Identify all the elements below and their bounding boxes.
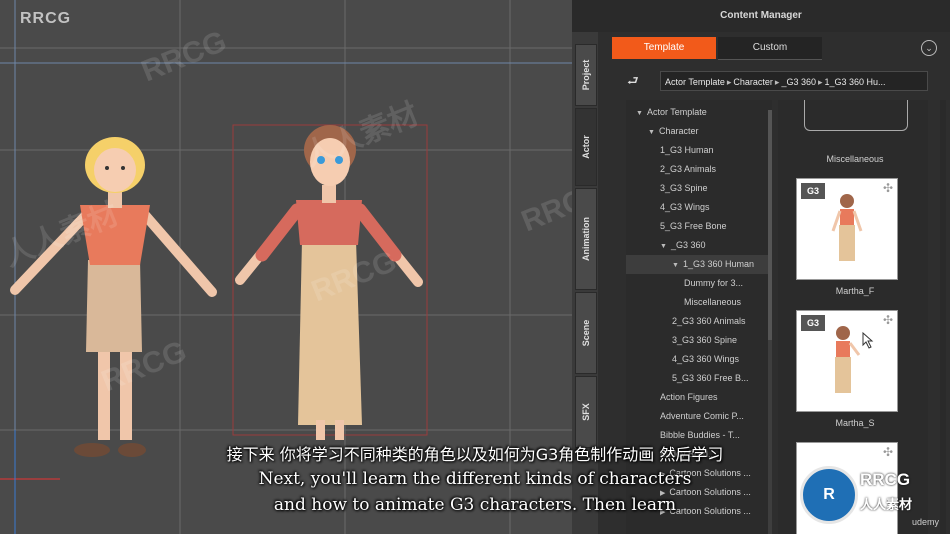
logo-subtext: 人人素材 [860, 497, 913, 512]
tree-item-label: 3_G3 360 Spine [672, 335, 738, 345]
tree-item[interactable]: Action Figures [626, 388, 772, 407]
back-arrow-icon[interactable]: ⮐ [627, 72, 639, 94]
breadcrumb-item[interactable]: Actor Template [665, 77, 725, 87]
tree-item[interactable]: ▼ _G3 360 [626, 236, 772, 255]
card-label: Martha_S [835, 418, 875, 428]
character-thumbnail [831, 194, 863, 261]
tree-item-label: 3_G3 Spine [660, 183, 708, 193]
udemy-label: udemy [912, 517, 940, 527]
tree-item[interactable]: Dummy for 3... [626, 274, 772, 293]
breadcrumb-item[interactable]: 1_G3 360 Hu... [825, 77, 886, 87]
tab-actor[interactable]: Actor [575, 108, 597, 186]
tree-item[interactable]: 4_G3 Wings [626, 198, 772, 217]
subtitle-chinese: 接下来 你将学习不同种类的角色以及如何为G3角色制作动画 然后学习 [226, 445, 724, 464]
character-thumbnail [835, 326, 874, 393]
caret-down-icon[interactable]: ▼ [648, 129, 655, 136]
tree-item-label: 2_G3 360 Animals [672, 316, 746, 326]
tab-animation[interactable]: Animation [575, 188, 597, 290]
tree-item-label: Character [658, 126, 699, 136]
caret-down-icon[interactable]: ▼ [636, 110, 643, 117]
tree-item-label: Dummy for 3... [684, 278, 744, 288]
breadcrumb-item[interactable]: _G3 360 [781, 77, 816, 87]
tree-item-label: Bibble Buddies - T... [660, 430, 740, 440]
tree-item-label: Action Figures [660, 392, 718, 402]
folder-thumbnail[interactable] [804, 100, 908, 131]
template-card-martha-s[interactable]: G3 ✣ [796, 310, 898, 412]
tree-item[interactable]: Miscellaneous [626, 293, 772, 312]
tree-item[interactable]: ▼ Character [626, 122, 772, 141]
tree-item-label: Adventure Comic P... [660, 411, 744, 421]
tree-item-label: Actor Template [646, 107, 707, 117]
template-card-martha-f[interactable]: G3 ✣ [796, 178, 898, 280]
brand-watermark: RRCG [20, 10, 72, 27]
tree-item[interactable]: ▼ Actor Template [626, 103, 772, 122]
tree-item[interactable]: 1_G3 Human [626, 141, 772, 160]
tree-item[interactable]: 5_G3 360 Free B... [626, 369, 772, 388]
chevron-down-icon[interactable]: ⌄ [921, 40, 937, 56]
tree-item-label: 5_G3 360 Free B... [672, 373, 749, 383]
tree-item-label: 4_G3 360 Wings [672, 354, 740, 364]
caret-down-icon[interactable]: ▼ [672, 262, 679, 269]
tree-item-label: _G3 360 [670, 240, 706, 250]
card-label: Miscellaneous [826, 154, 884, 164]
breadcrumb: Actor Template ▸ Character ▸ _G3 360 ▸ 1_G3 36… [660, 71, 928, 91]
logo-text: RRCG [860, 470, 911, 489]
tree-item[interactable]: ▼ 1_G3 360 Human [626, 255, 772, 274]
tab-template[interactable]: Template [612, 37, 716, 59]
character-brunette-figure [232, 124, 428, 440]
tree-item[interactable]: 2_G3 360 Animals [626, 312, 772, 331]
tree-item-label: Miscellaneous [684, 297, 742, 307]
panel-title: Content Manager [572, 0, 950, 32]
tree-item-label: 4_G3 Wings [660, 202, 710, 212]
tree-item-label: 1_G3 360 Human [682, 259, 754, 269]
tree-item[interactable]: 5_G3 Free Bone [626, 217, 772, 236]
tree-item[interactable]: 3_G3 Spine [626, 179, 772, 198]
rrcg-logo-icon: R [800, 466, 858, 524]
tree-item[interactable]: Adventure Comic P... [626, 407, 772, 426]
tree-item-label: 5_G3 Free Bone [660, 221, 727, 231]
tree-item[interactable]: 3_G3 360 Spine [626, 331, 772, 350]
breadcrumb-item[interactable]: Character [733, 77, 773, 87]
tree-item-label: 1_G3 Human [660, 145, 714, 155]
caret-down-icon[interactable]: ▼ [660, 243, 667, 250]
tab-scene[interactable]: Scene [575, 292, 597, 374]
character-blonde-figure [10, 137, 217, 457]
tree-scrollbar-thumb[interactable] [768, 110, 772, 340]
tree-item[interactable]: 2_G3 Animals [626, 160, 772, 179]
tab-sfx[interactable]: SFX [575, 376, 597, 448]
tab-custom[interactable]: Custom [718, 37, 822, 60]
card-label: Martha_F [835, 286, 875, 296]
tree-item-label: 2_G3 Animals [660, 164, 717, 174]
tab-project[interactable]: Project [575, 44, 597, 106]
tree-item[interactable]: 4_G3 360 Wings [626, 350, 772, 369]
